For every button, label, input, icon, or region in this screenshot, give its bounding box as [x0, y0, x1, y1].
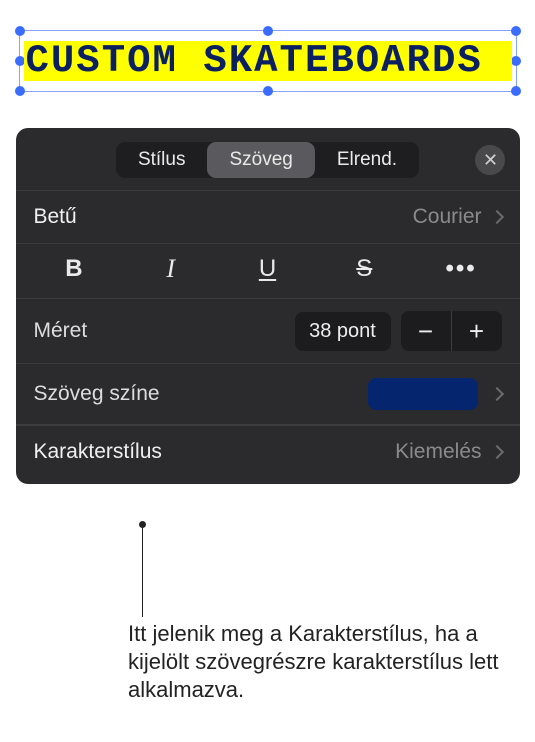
resize-handle[interactable] [511, 26, 521, 36]
resize-handle[interactable] [263, 26, 273, 36]
font-row[interactable]: Betű Courier [16, 190, 520, 243]
size-row: Méret 38 pont − + [16, 299, 520, 364]
more-format-button[interactable]: ••• [413, 253, 510, 285]
character-style-row[interactable]: Karakterstílus Kiemelés [16, 425, 520, 478]
strikethrough-button[interactable]: S [316, 253, 413, 285]
chevron-right-icon [489, 210, 503, 224]
character-style-label: Karakterstílus [34, 440, 162, 464]
bold-button[interactable]: B [26, 253, 123, 285]
resize-handle[interactable] [15, 86, 25, 96]
chevron-right-icon [489, 387, 503, 401]
font-value: Courier [413, 205, 482, 229]
resize-handle[interactable] [511, 56, 521, 66]
callout-line [142, 525, 143, 617]
selected-text-box[interactable]: CUSTOM SKATEBOARDS [19, 30, 517, 92]
callout-caption: Itt jelenik meg a Karakterstílus, ha a k… [128, 620, 518, 704]
text-format-row: B I U S ••• [16, 243, 520, 299]
tab-layout[interactable]: Elrend. [315, 142, 419, 178]
format-panel: Stílus Szöveg Elrend. ✕ Betű Courier B I… [16, 128, 520, 484]
font-label: Betű [34, 205, 77, 229]
tab-style[interactable]: Stílus [116, 142, 208, 178]
text-highlight: CUSTOM SKATEBOARDS [24, 41, 512, 81]
size-increase-button[interactable]: + [452, 311, 502, 351]
character-style-value: Kiemelés [395, 440, 481, 464]
resize-handle[interactable] [511, 86, 521, 96]
size-decrease-button[interactable]: − [401, 311, 451, 351]
italic-button[interactable]: I [122, 252, 219, 286]
tab-text[interactable]: Szöveg [207, 142, 314, 178]
size-field[interactable]: 38 pont [295, 312, 391, 351]
size-stepper: − + [401, 311, 502, 351]
close-icon: ✕ [483, 150, 498, 171]
text-color-label: Szöveg színe [34, 382, 160, 406]
sample-text[interactable]: CUSTOM SKATEBOARDS [26, 39, 483, 83]
underline-button[interactable]: U [219, 253, 316, 285]
close-button[interactable]: ✕ [475, 145, 505, 175]
chevron-right-icon [489, 445, 503, 459]
tab-segmented-control: Stílus Szöveg Elrend. [116, 142, 419, 178]
resize-handle[interactable] [263, 86, 273, 96]
size-label: Méret [34, 319, 88, 343]
text-color-swatch[interactable] [368, 378, 478, 410]
text-color-row[interactable]: Szöveg színe [16, 364, 520, 425]
resize-handle[interactable] [15, 26, 25, 36]
